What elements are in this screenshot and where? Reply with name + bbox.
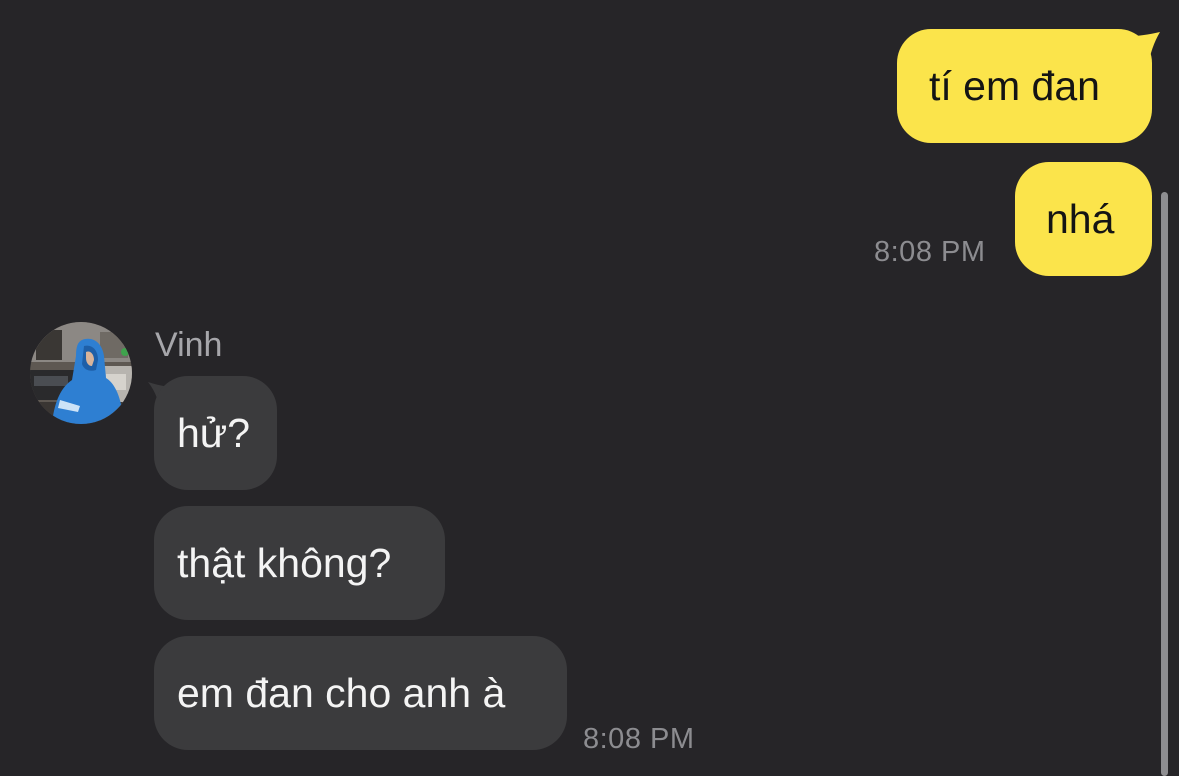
outgoing-message[interactable]: tí em đan: [897, 29, 1152, 143]
scrollbar[interactable]: [1161, 192, 1168, 776]
incoming-message-text: em đan cho anh à: [177, 669, 506, 716]
sender-avatar[interactable]: [30, 322, 132, 424]
outgoing-message[interactable]: nhá: [1015, 162, 1152, 276]
incoming-timestamp: 8:08 PM: [583, 723, 695, 755]
avatar-photo-icon: [30, 322, 132, 424]
incoming-message[interactable]: thật không?: [154, 506, 445, 620]
outgoing-message-text: tí em đan: [929, 62, 1100, 109]
incoming-message-text: thật không?: [177, 539, 392, 586]
sender-name: Vinh: [155, 326, 223, 364]
incoming-message[interactable]: em đan cho anh à: [154, 636, 567, 750]
outgoing-message-text: nhá: [1046, 195, 1115, 242]
incoming-message-text: hử?: [177, 409, 251, 456]
incoming-message[interactable]: hử?: [154, 376, 277, 490]
outgoing-timestamp: 8:08 PM: [874, 236, 986, 268]
